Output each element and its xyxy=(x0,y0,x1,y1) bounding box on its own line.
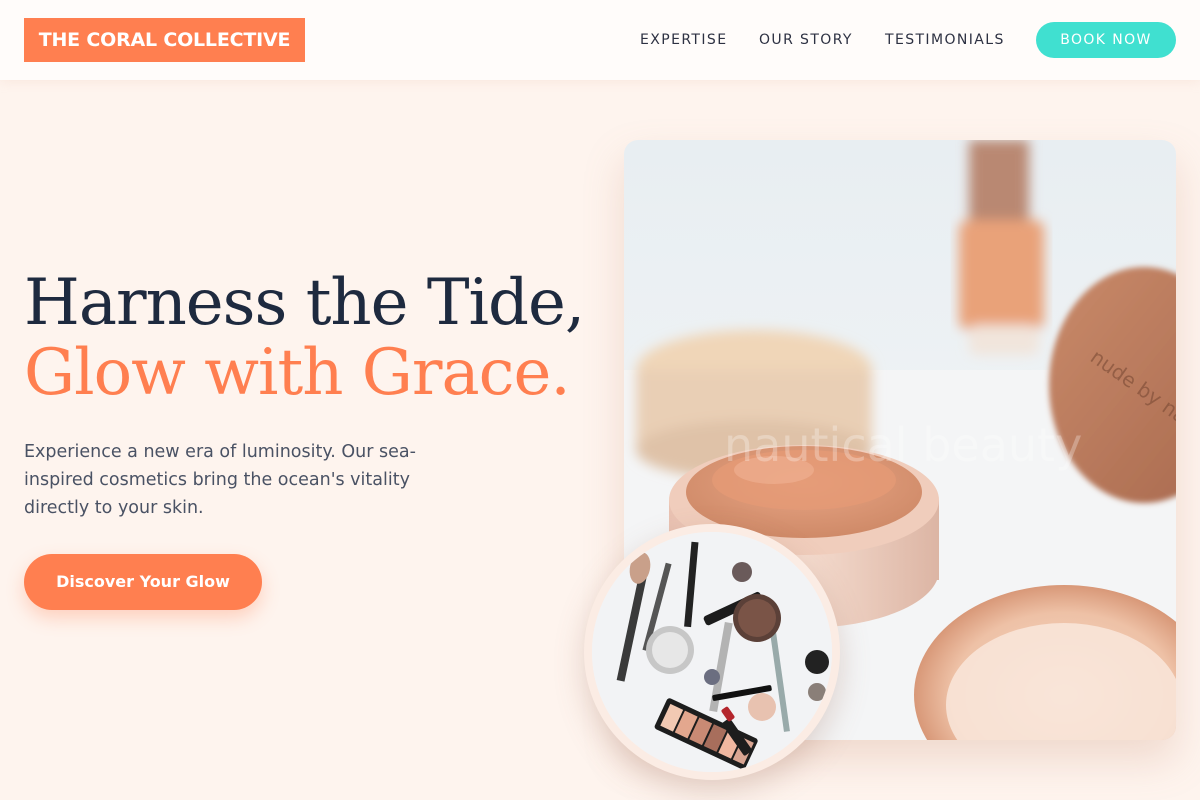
hero-title-line2: Glow with Grace. xyxy=(24,336,571,410)
makeup-flatlay-photo xyxy=(592,532,832,772)
nav-link-testimonials[interactable]: TESTIMONIALS xyxy=(885,31,1005,49)
brand-logo[interactable]: THE CORAL COLLECTIVE xyxy=(24,18,305,62)
discover-glow-button[interactable]: Discover Your Glow xyxy=(24,554,262,610)
site-header: THE CORAL COLLECTIVE EXPERTISE OUR STORY… xyxy=(0,0,1200,80)
book-now-button[interactable]: BOOK NOW xyxy=(1036,22,1176,58)
hero-title: Harness the Tide, Glow with Grace. xyxy=(24,266,585,410)
inset-image xyxy=(584,524,840,780)
hero-description: Experience a new era of luminosity. Our … xyxy=(24,442,416,518)
nav-link-our-story[interactable]: OUR STORY xyxy=(759,31,853,49)
nav-link-expertise[interactable]: EXPERTISE xyxy=(640,31,727,49)
hero-title-line1: Harness the Tide, xyxy=(24,266,585,340)
